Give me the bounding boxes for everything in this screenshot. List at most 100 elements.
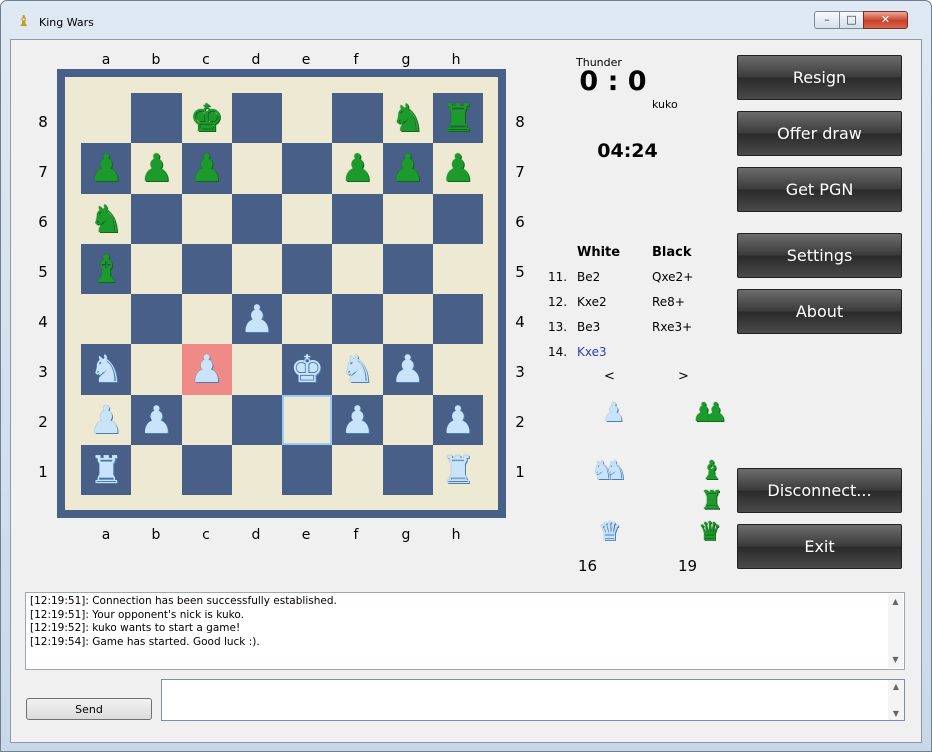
- exit-button[interactable]: Exit: [737, 524, 902, 569]
- square-e6[interactable]: [282, 193, 333, 244]
- square-b6[interactable]: [131, 193, 182, 244]
- white-rook-icon[interactable]: ♜: [441, 451, 475, 489]
- scroll-up-icon[interactable]: ▲: [888, 595, 903, 609]
- square-e4[interactable]: [282, 294, 333, 345]
- square-c4[interactable]: [181, 294, 232, 345]
- square-f6[interactable]: [332, 193, 383, 244]
- square-f3[interactable]: ♞: [332, 344, 383, 395]
- square-d4[interactable]: ♟: [231, 294, 282, 345]
- black-pawn-icon[interactable]: ♟: [391, 149, 425, 187]
- move-black[interactable]: Rxe3+: [652, 320, 692, 334]
- square-a3[interactable]: ♞: [81, 344, 132, 395]
- offer-draw-button[interactable]: Offer draw: [737, 111, 902, 156]
- square-d3[interactable]: [231, 344, 282, 395]
- black-pawn-icon[interactable]: ♟: [139, 149, 173, 187]
- black-pawn-icon[interactable]: ♟: [340, 149, 374, 187]
- square-a4[interactable]: [81, 294, 132, 345]
- square-c5[interactable]: [181, 243, 232, 294]
- chat-input[interactable]: [161, 679, 905, 721]
- square-a2[interactable]: ♟: [81, 394, 132, 445]
- minimize-button[interactable]: –: [814, 11, 840, 29]
- square-e5[interactable]: [282, 243, 333, 294]
- message-log[interactable]: [12:19:51]: Connection has been successf…: [25, 592, 905, 670]
- close-button[interactable]: ✕: [863, 11, 908, 29]
- settings-button[interactable]: Settings: [737, 233, 902, 278]
- square-f8[interactable]: [332, 93, 383, 144]
- square-d5[interactable]: [231, 243, 282, 294]
- move-black[interactable]: Re8+: [652, 295, 685, 309]
- square-h7[interactable]: ♟: [432, 143, 483, 194]
- square-a5[interactable]: ♝: [81, 243, 132, 294]
- black-bishop-icon[interactable]: ♝: [89, 250, 123, 288]
- square-h3[interactable]: [432, 344, 483, 395]
- log-scrollbar[interactable]: ▲ ▼: [888, 594, 903, 668]
- square-e7[interactable]: [282, 143, 333, 194]
- square-e8[interactable]: [282, 93, 333, 144]
- square-h2[interactable]: ♟: [432, 394, 483, 445]
- disconnect-button[interactable]: Disconnect...: [737, 468, 902, 513]
- square-c2[interactable]: [181, 394, 232, 445]
- square-d6[interactable]: [231, 193, 282, 244]
- square-d1[interactable]: [231, 444, 282, 495]
- square-e2[interactable]: [282, 394, 333, 445]
- square-d7[interactable]: [231, 143, 282, 194]
- get-pgn-button[interactable]: Get PGN: [737, 167, 902, 212]
- next-move-button[interactable]: >: [678, 369, 689, 384]
- move-white[interactable]: Kxe3: [577, 345, 607, 359]
- square-h5[interactable]: [432, 243, 483, 294]
- square-b8[interactable]: [131, 93, 182, 144]
- white-pawn-icon[interactable]: ♟: [391, 350, 425, 388]
- square-g7[interactable]: ♟: [382, 143, 433, 194]
- scroll-down-icon[interactable]: ▼: [888, 709, 904, 718]
- square-f1[interactable]: [332, 444, 383, 495]
- square-g1[interactable]: [382, 444, 433, 495]
- square-a1[interactable]: ♜: [81, 444, 132, 495]
- resign-button[interactable]: Resign: [737, 55, 902, 100]
- white-pawn-icon[interactable]: ♟: [240, 300, 274, 338]
- black-king-icon[interactable]: ♚: [190, 99, 224, 137]
- square-c3[interactable]: ♟: [181, 344, 232, 395]
- square-f5[interactable]: [332, 243, 383, 294]
- square-b3[interactable]: [131, 344, 182, 395]
- white-rook-icon[interactable]: ♜: [89, 451, 123, 489]
- square-h4[interactable]: [432, 294, 483, 345]
- white-pawn-icon[interactable]: ♟: [441, 401, 475, 439]
- black-knight-icon[interactable]: ♞: [391, 99, 425, 137]
- square-c8[interactable]: ♚: [181, 93, 232, 144]
- square-c6[interactable]: [181, 193, 232, 244]
- about-button[interactable]: About: [737, 289, 902, 334]
- white-pawn-icon[interactable]: ♟: [89, 401, 123, 439]
- white-pawn-icon[interactable]: ♟: [340, 401, 374, 439]
- square-f7[interactable]: ♟: [332, 143, 383, 194]
- move-white[interactable]: Kxe2: [577, 295, 607, 309]
- square-b4[interactable]: [131, 294, 182, 345]
- white-pawn-icon[interactable]: ♟: [190, 350, 224, 388]
- square-g4[interactable]: [382, 294, 433, 345]
- square-f2[interactable]: ♟: [332, 394, 383, 445]
- title-bar[interactable]: ♝ King Wars – □ ✕: [1, 1, 931, 39]
- square-e1[interactable]: [282, 444, 333, 495]
- square-b7[interactable]: ♟: [131, 143, 182, 194]
- square-b1[interactable]: [131, 444, 182, 495]
- square-g5[interactable]: [382, 243, 433, 294]
- square-f4[interactable]: [332, 294, 383, 345]
- square-g3[interactable]: ♟: [382, 344, 433, 395]
- black-pawn-icon[interactable]: ♟: [190, 149, 224, 187]
- move-white[interactable]: Be2: [577, 270, 600, 284]
- white-king-icon[interactable]: ♚: [290, 350, 324, 388]
- chat-input-scrollbar[interactable]: ▲ ▼: [888, 680, 904, 720]
- black-pawn-icon[interactable]: ♟: [89, 149, 123, 187]
- square-d8[interactable]: [231, 93, 282, 144]
- move-white[interactable]: Be3: [577, 320, 600, 334]
- square-a8[interactable]: [81, 93, 132, 144]
- maximize-button[interactable]: □: [839, 11, 864, 29]
- square-c7[interactable]: ♟: [181, 143, 232, 194]
- black-pawn-icon[interactable]: ♟: [441, 149, 475, 187]
- square-h8[interactable]: ♜: [432, 93, 483, 144]
- scroll-up-icon[interactable]: ▲: [888, 682, 904, 691]
- prev-move-button[interactable]: <: [604, 369, 615, 384]
- white-knight-icon[interactable]: ♞: [340, 350, 374, 388]
- square-b2[interactable]: ♟: [131, 394, 182, 445]
- black-rook-icon[interactable]: ♜: [441, 99, 475, 137]
- square-g2[interactable]: [382, 394, 433, 445]
